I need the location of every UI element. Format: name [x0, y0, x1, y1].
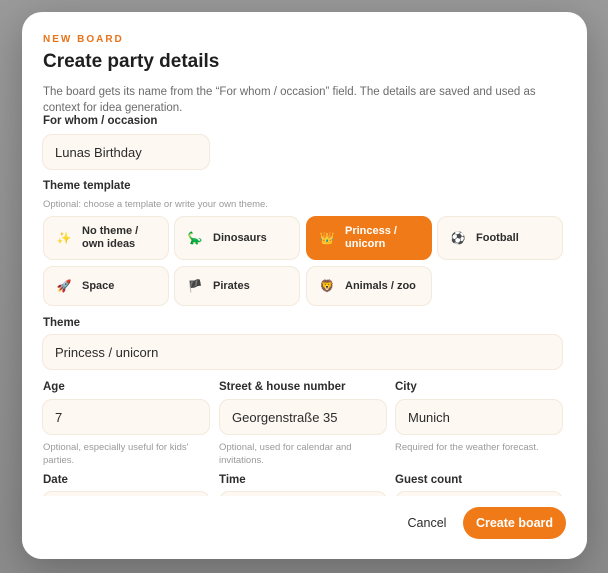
theme-option-pirates[interactable]: 🏴 Pirates: [174, 266, 300, 306]
street-label: Street & house number: [219, 381, 346, 393]
theme-input[interactable]: Princess / unicorn: [42, 334, 563, 370]
cancel-button[interactable]: Cancel: [397, 507, 457, 539]
city-hint: Required for the weather forecast.: [395, 442, 539, 453]
modal-title: Create party details: [43, 51, 220, 72]
theme-option-space[interactable]: 🚀 Space: [43, 266, 169, 306]
city-label: City: [395, 381, 417, 393]
create-party-modal: NEW BOARD Create party details The board…: [22, 12, 587, 559]
guest-count-label: Guest count: [395, 474, 463, 486]
theme-option-princess-unicorn[interactable]: 👑 Princess / unicorn: [306, 216, 432, 260]
theme-option-label: No theme / own ideas: [82, 225, 139, 250]
lion-icon: 🦁: [319, 278, 335, 293]
modal-description: The board gets its name from the “For wh…: [43, 86, 536, 114]
theme-option-label: Pirates: [213, 279, 250, 292]
age-input[interactable]: 7: [42, 399, 210, 435]
street-input[interactable]: Georgenstraße 35: [219, 399, 387, 435]
rocket-icon: 🚀: [56, 278, 72, 293]
theme-option-no-theme[interactable]: ✨ No theme / own ideas: [43, 216, 169, 260]
occasion-label: For whom / occasion: [43, 115, 158, 127]
theme-option-football[interactable]: ⚽ Football: [437, 216, 563, 260]
theme-option-label: Princess / unicorn: [345, 225, 397, 250]
create-board-button[interactable]: Create board: [463, 507, 566, 539]
date-label: Date: [43, 474, 68, 486]
occasion-input[interactable]: Lunas Birthday: [42, 134, 210, 170]
age-label: Age: [43, 381, 65, 393]
theme-option-label: Football: [476, 231, 519, 244]
modal-eyebrow: NEW BOARD: [43, 34, 124, 45]
city-input[interactable]: Munich: [395, 399, 563, 435]
time-label: Time: [219, 474, 246, 486]
theme-option-dinosaurs[interactable]: 🦕 Dinosaurs: [174, 216, 300, 260]
theme-template-label: Theme template: [43, 180, 131, 192]
crown-icon: 👑: [319, 230, 335, 245]
street-hint: Optional, used for calendar and invitati…: [219, 442, 352, 466]
theme-option-label: Animals / zoo: [345, 279, 416, 292]
pirate-flag-icon: 🏴: [187, 278, 203, 293]
theme-template-hint: Optional: choose a template or write you…: [43, 199, 268, 210]
dinosaur-icon: 🦕: [187, 230, 203, 245]
sparkles-icon: ✨: [56, 230, 72, 245]
theme-option-animals-zoo[interactable]: 🦁 Animals / zoo: [306, 266, 432, 306]
football-icon: ⚽: [450, 230, 466, 245]
theme-label: Theme: [43, 317, 81, 329]
age-hint: Optional, especially useful for kids' pa…: [43, 442, 189, 466]
theme-option-label: Dinosaurs: [213, 231, 267, 244]
theme-option-label: Space: [82, 279, 115, 292]
modal-scroll-area[interactable]: NEW BOARD Create party details The board…: [22, 12, 587, 496]
